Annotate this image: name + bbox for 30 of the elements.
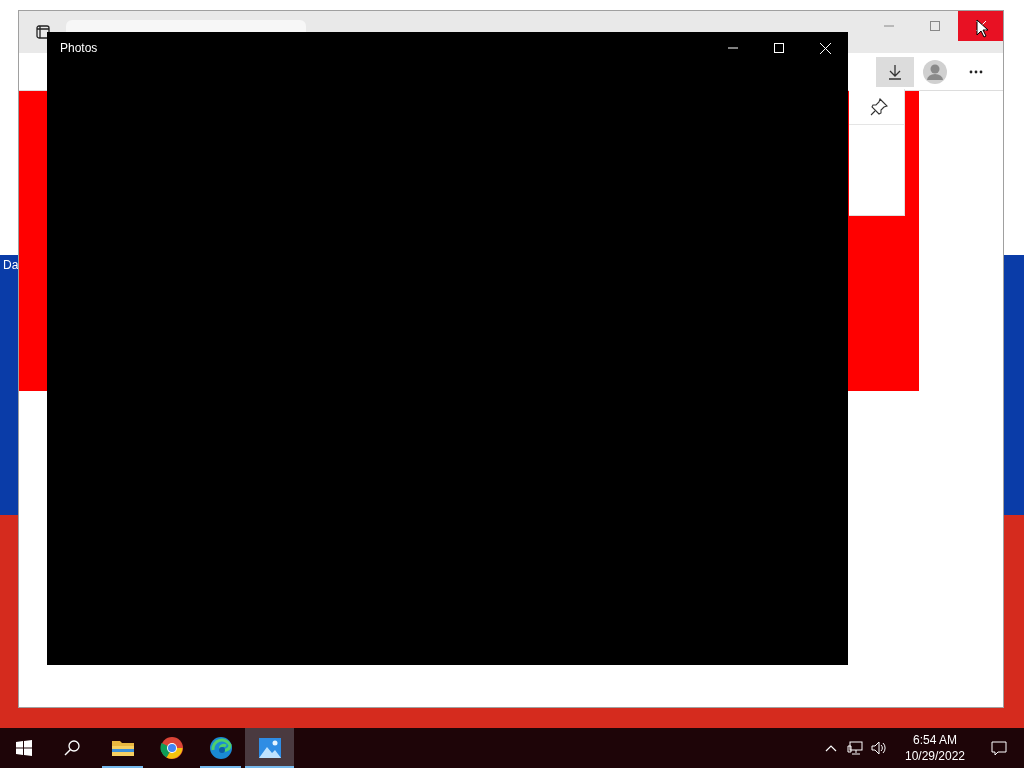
desktop-icon-label[interactable]: Da [3,256,19,274]
pin-icon[interactable] [870,97,888,116]
running-indicator [200,766,241,768]
download-button[interactable] [876,56,914,87]
speech-bubble-icon [991,740,1007,756]
windows-logo-icon [16,740,32,756]
more-icon[interactable] [969,69,983,74]
folder-icon [110,738,135,758]
cursor-icon [976,19,988,38]
volume-icon[interactable] [871,741,887,755]
clock[interactable]: 6:54 AM 10/29/2022 [897,732,973,764]
download-icon [887,63,903,80]
image-icon [257,737,282,759]
tab-actions-icon[interactable] [36,25,50,39]
running-indicator [102,766,143,768]
close-icon [819,42,831,54]
clock-date: 10/29/2022 [904,748,966,764]
network-icon[interactable] [847,741,863,755]
maximize-icon [774,43,784,53]
window-title: Photos [60,40,98,57]
browser-logo-icon [208,736,233,760]
close-button[interactable] [958,11,1003,41]
clock-time: 6:54 AM [913,732,957,748]
search-icon [64,740,80,756]
chevron-up-icon[interactable] [825,744,837,752]
taskbar-app[interactable] [245,728,294,768]
avatar-icon[interactable] [923,59,947,84]
running-indicator [245,766,294,768]
browser-logo-icon [159,736,184,760]
maximize-icon [930,21,940,31]
